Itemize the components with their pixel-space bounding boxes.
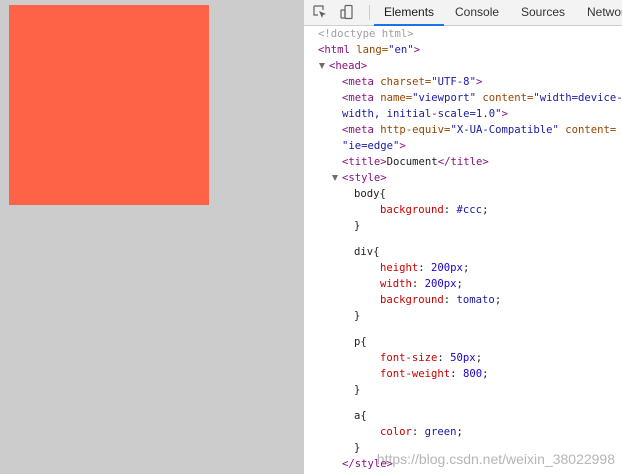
css-declaration: background: #ccc; [380,204,489,216]
meta-charset-node[interactable]: <meta charset="UTF-8"> [342,74,482,90]
css-selector: a{ [354,410,367,422]
select-element-icon[interactable] [310,2,330,22]
watermark: https://blog.csdn.net/weixin_38022998 [376,451,615,467]
meta-compat-node[interactable]: <meta http-equiv="X-UA-Compatible" conte… [342,122,616,138]
expand-triangle-icon[interactable] [319,63,325,69]
css-rule-close: } [354,310,361,322]
title-node[interactable]: <title>Document</title> [342,154,489,170]
html-node[interactable]: <html lang="en"> [318,42,420,58]
css-selector: p{ [354,336,367,348]
css-selector: body{ [354,188,386,200]
css-declaration: height: 200px; [380,262,470,274]
css-rule-close: } [354,220,361,232]
page-viewport [0,0,303,474]
tab-elements[interactable]: Elements [373,0,445,26]
tab-sources[interactable]: Sources [521,0,565,25]
devtools-toolbar: Elements Console Sources Network [304,0,622,26]
meta-viewport-node-cont: width, initial-scale=1.0"> [342,108,508,120]
css-declaration: color: green; [380,426,463,438]
device-toolbar-icon[interactable] [337,2,357,22]
tomato-div-box [9,5,209,205]
head-node[interactable]: <head> [329,58,367,74]
dom-tree: <!doctype html> <html lang="en"> <head> … [304,26,622,474]
css-declaration: font-weight: 800; [380,368,489,380]
devtools-panel: Elements Console Sources Network <!docty… [303,0,622,474]
css-rule-close: } [354,384,361,396]
css-declaration: font-size: 50px; [380,352,483,364]
css-declaration: background: tomato; [380,294,502,306]
css-rule-close: } [354,442,361,454]
expand-triangle-icon[interactable] [332,175,338,181]
css-declaration: width: 200px; [380,278,463,290]
style-node[interactable]: <style> [342,170,387,186]
tab-console[interactable]: Console [455,0,499,25]
meta-compat-node-cont: "ie=edge"> [342,140,406,152]
css-selector: div{ [354,246,380,258]
meta-viewport-node[interactable]: <meta name="viewport" content="width=dev… [342,90,622,106]
doctype-node[interactable]: <!doctype html> [318,26,414,42]
tab-network[interactable]: Network [587,0,622,25]
toolbar-divider [369,5,370,20]
